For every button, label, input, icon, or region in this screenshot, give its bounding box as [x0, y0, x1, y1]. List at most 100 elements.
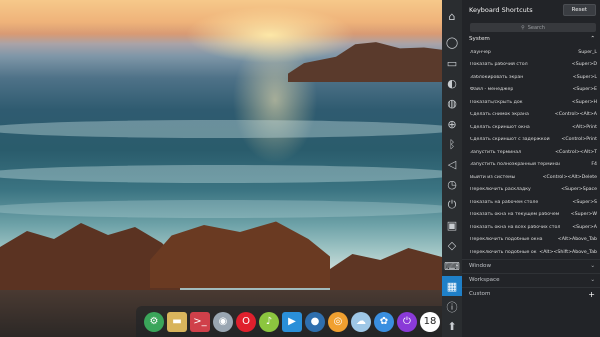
shortcut-key[interactable]: <Control><Alt>A [555, 112, 597, 117]
shortcut-label: Переключить раскладку [470, 187, 531, 193]
shortcut-row[interactable]: Запустить полноэкранный терминал F4 [462, 159, 600, 172]
shortcut-label: Показать окна на текущем рабочем ст [470, 212, 560, 218]
shortcut-key[interactable]: <Alt>Above_Tab [558, 237, 597, 242]
wave [0, 165, 442, 183]
shortcut-key[interactable]: <Control>Print [561, 137, 597, 142]
shortcut-key[interactable]: <Alt>Print [572, 125, 597, 130]
keyboard-shortcuts-panel: Keyboard Shortcuts Reset ⚲ Search System… [462, 0, 600, 337]
section-custom[interactable]: Custom + [462, 286, 600, 301]
search-icon: ⚲ [521, 24, 525, 31]
shortcut-key[interactable]: <Control><Alt>T [555, 150, 597, 155]
network-tray-icon[interactable]: ✿ [374, 311, 394, 332]
shortcut-label: Показать на рабочем столе [470, 199, 539, 205]
info-icon[interactable]: ⓘ [442, 296, 462, 316]
settings-icon[interactable]: ◉ [213, 311, 233, 332]
shortcut-list: Лаунчер Super_L Показать рабочий стол <Supe… [462, 46, 600, 259]
shortcut-label: Заблокировать экран [470, 74, 524, 80]
clock-icon[interactable]: ◷ [442, 175, 462, 195]
shortcut-label: Запустить терминал [470, 149, 522, 155]
home-icon[interactable]: ⌂ [442, 0, 462, 33]
user-icon[interactable]: ◯ [442, 33, 462, 53]
shortcut-label: Лаунчер [470, 49, 491, 55]
section-label: Workspace [469, 277, 500, 283]
mouse-icon[interactable]: ▣ [442, 215, 462, 235]
shortcut-label: Переключить подобные окна [470, 237, 543, 243]
shortcut-label: Сделать снимок экрана [470, 112, 529, 118]
shortcut-row[interactable]: Переключить подобные ок <Alt><Shift>Above… [462, 246, 600, 259]
display-icon[interactable]: ▭ [442, 53, 462, 73]
shortcut-row[interactable]: Показать окна на всех рабочих столах <Sup… [462, 221, 600, 234]
shortcut-label: Файл - менеджер [470, 87, 514, 93]
video-icon[interactable]: ▶ [282, 311, 302, 332]
music-icon[interactable]: ♪ [259, 311, 279, 332]
add-icon[interactable]: + [588, 290, 595, 299]
shortcut-icon[interactable]: ▦ [442, 276, 462, 297]
chevron-down-icon: ⌄ [590, 263, 595, 269]
keyboard-layout-icon[interactable]: ◇ [442, 236, 462, 256]
terminal-icon[interactable]: >_ [190, 311, 210, 332]
shortcut-key[interactable]: <Super>L [573, 75, 597, 80]
shortcut-key[interactable]: F4 [591, 162, 597, 167]
shortcut-label: Запустить полноэкранный терминал [470, 162, 560, 168]
shortcut-row[interactable]: Выйти из системы <Control><Alt>Delete [462, 171, 600, 184]
shortcut-label: Выйти из системы [470, 174, 516, 180]
palette-icon[interactable]: ◐ [442, 73, 462, 93]
shortcut-row[interactable]: Показать на рабочем столе <Super>S [462, 196, 600, 209]
shortcut-row[interactable]: Переключить раскладку <Super>Space [462, 184, 600, 197]
weather-icon[interactable]: ☁ [351, 311, 371, 332]
search-placeholder: Search [527, 24, 545, 31]
clock-tray-icon[interactable]: 18 [420, 311, 440, 332]
shortcut-row[interactable]: Сделать скриншот с задержкой <Control>Pri… [462, 134, 600, 147]
desktop-wallpaper [0, 0, 442, 337]
shortcut-label: Показать/скрыть док [470, 99, 523, 105]
launcher-icon[interactable]: ⚙ [144, 311, 164, 332]
chevron-up-icon: ⌃ [590, 36, 595, 42]
panel-header: Keyboard Shortcuts Reset [462, 0, 600, 20]
section-window[interactable]: Window ⌄ [462, 258, 600, 273]
section-label: Custom [469, 291, 491, 297]
shortcut-key[interactable]: <Super>S [572, 200, 597, 205]
shortcut-key[interactable]: <Control><Alt>Delete [543, 175, 597, 180]
shortcut-key[interactable]: Super_L [578, 50, 597, 55]
shortcut-label: Переключить подобные ок [470, 249, 537, 255]
shortcut-row[interactable]: Заблокировать экран <Super>L [462, 71, 600, 84]
shortcut-row[interactable]: Показать окна на текущем рабочем ст <Supe… [462, 209, 600, 222]
power-icon[interactable]: ⏻ [442, 195, 462, 215]
dock: ⚙ ▬ >_ ◉ O ♪ ▶ ● ◎ ☁ ✿ ⏻ 18 [136, 306, 442, 337]
shortcut-row[interactable]: Сделать снимок экрана <Control><Alt>A [462, 109, 600, 122]
search-input[interactable]: ⚲ Search [470, 23, 596, 32]
bluetooth-icon[interactable]: ᛒ [442, 134, 462, 154]
wave [0, 200, 442, 218]
shortcut-row[interactable]: Запустить терминал <Control><Alt>T [462, 146, 600, 159]
shortcut-key[interactable]: <Super>Space [561, 187, 597, 192]
shortcut-key[interactable]: <Super>W [571, 212, 597, 217]
shortcut-row[interactable]: Показать/скрыть док <Super>H [462, 96, 600, 109]
reset-button[interactable]: Reset [562, 4, 596, 16]
browser-icon[interactable]: ◎ [328, 311, 348, 332]
speaker-icon[interactable]: ◁ [442, 155, 462, 175]
toggle-icon[interactable]: ● [305, 311, 325, 332]
shortcut-key[interactable]: <Super>A [572, 225, 597, 230]
section-system[interactable]: System ⌃ [462, 32, 600, 46]
files-icon[interactable]: ▬ [167, 311, 187, 332]
shortcut-label: Сделать скриншот окна [470, 124, 530, 130]
section-label: Window [469, 263, 492, 269]
keyboard-icon[interactable]: ⌨ [442, 256, 462, 276]
sound-wave-icon[interactable]: ◍ [442, 94, 462, 114]
network-icon[interactable]: ⊕ [442, 114, 462, 134]
shortcut-key[interactable]: <Super>H [572, 100, 597, 105]
section-workspace[interactable]: Workspace ⌄ [462, 272, 600, 287]
power-tray-icon[interactable]: ⏻ [397, 311, 417, 332]
shortcut-row[interactable]: Лаунчер Super_L [462, 46, 600, 59]
shortcut-row[interactable]: Переключить подобные окна <Alt>Above_Tab [462, 234, 600, 247]
shortcut-row[interactable]: Файл - менеджер <Super>E [462, 84, 600, 97]
shortcut-row[interactable]: Показать рабочий стол <Super>D [462, 59, 600, 72]
update-icon[interactable]: ⬆ [442, 317, 462, 337]
shortcut-row[interactable]: Сделать скриншот окна <Alt>Print [462, 121, 600, 134]
shortcut-key[interactable]: <Super>D [572, 62, 597, 67]
opera-icon[interactable]: O [236, 311, 256, 332]
shortcut-label: Показать рабочий стол [470, 62, 528, 68]
shortcut-key[interactable]: <Alt><Shift>Above_Tab [539, 250, 597, 255]
shortcut-key[interactable]: <Super>E [572, 87, 597, 92]
wave [0, 120, 442, 138]
